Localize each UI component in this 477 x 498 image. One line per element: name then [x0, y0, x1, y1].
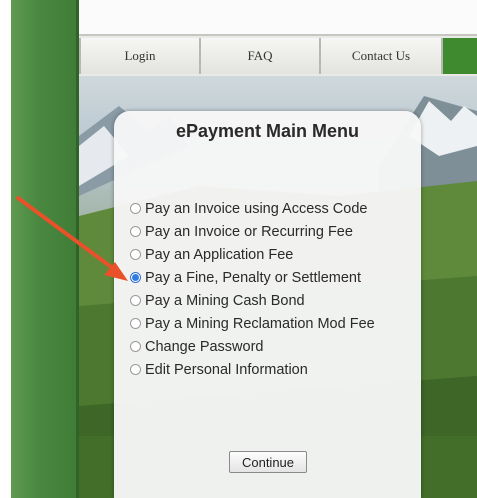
- radio-button[interactable]: [130, 203, 141, 214]
- payment-options-list: Pay an Invoice using Access Code Pay an …: [130, 197, 375, 381]
- radio-button-selected[interactable]: [130, 272, 141, 283]
- option-label: Pay a Mining Cash Bond: [145, 292, 305, 309]
- option-label: Pay a Mining Reclamation Mod Fee: [145, 315, 375, 332]
- option-label: Pay an Invoice using Access Code: [145, 200, 368, 217]
- option-access-code[interactable]: Pay an Invoice using Access Code: [130, 197, 375, 220]
- option-edit-personal-info[interactable]: Edit Personal Information: [130, 358, 375, 381]
- option-recurring-fee[interactable]: Pay an Invoice or Recurring Fee: [130, 220, 375, 243]
- nav-login-button[interactable]: Login: [79, 38, 201, 74]
- radio-button[interactable]: [130, 364, 141, 375]
- option-fine-penalty[interactable]: Pay a Fine, Penalty or Settlement: [130, 266, 375, 289]
- radio-button[interactable]: [130, 249, 141, 260]
- epayment-menu-panel: ePayment Main Menu Pay an Invoice using …: [114, 111, 421, 498]
- radio-button[interactable]: [130, 318, 141, 329]
- option-label: Edit Personal Information: [145, 361, 308, 378]
- option-label: Pay an Invoice or Recurring Fee: [145, 223, 353, 240]
- option-label: Pay a Fine, Penalty or Settlement: [145, 269, 361, 286]
- nav-faq-button[interactable]: FAQ: [201, 38, 321, 74]
- menu-title: ePayment Main Menu: [175, 121, 360, 141]
- left-green-band: [11, 0, 79, 498]
- continue-button[interactable]: Continue: [229, 451, 307, 473]
- nav-green-block: [443, 38, 477, 74]
- nav-contact-button[interactable]: Contact Us: [321, 38, 443, 74]
- radio-button[interactable]: [130, 341, 141, 352]
- radio-button[interactable]: [130, 295, 141, 306]
- nav-bar: Login FAQ Contact Us: [79, 34, 477, 78]
- header-strip: [79, 0, 477, 34]
- option-label: Change Password: [145, 338, 264, 355]
- option-label: Pay an Application Fee: [145, 246, 294, 263]
- option-mining-reclamation[interactable]: Pay a Mining Reclamation Mod Fee: [130, 312, 375, 335]
- option-application-fee[interactable]: Pay an Application Fee: [130, 243, 375, 266]
- radio-button[interactable]: [130, 226, 141, 237]
- option-change-password[interactable]: Change Password: [130, 335, 375, 358]
- option-mining-cash-bond[interactable]: Pay a Mining Cash Bond: [130, 289, 375, 312]
